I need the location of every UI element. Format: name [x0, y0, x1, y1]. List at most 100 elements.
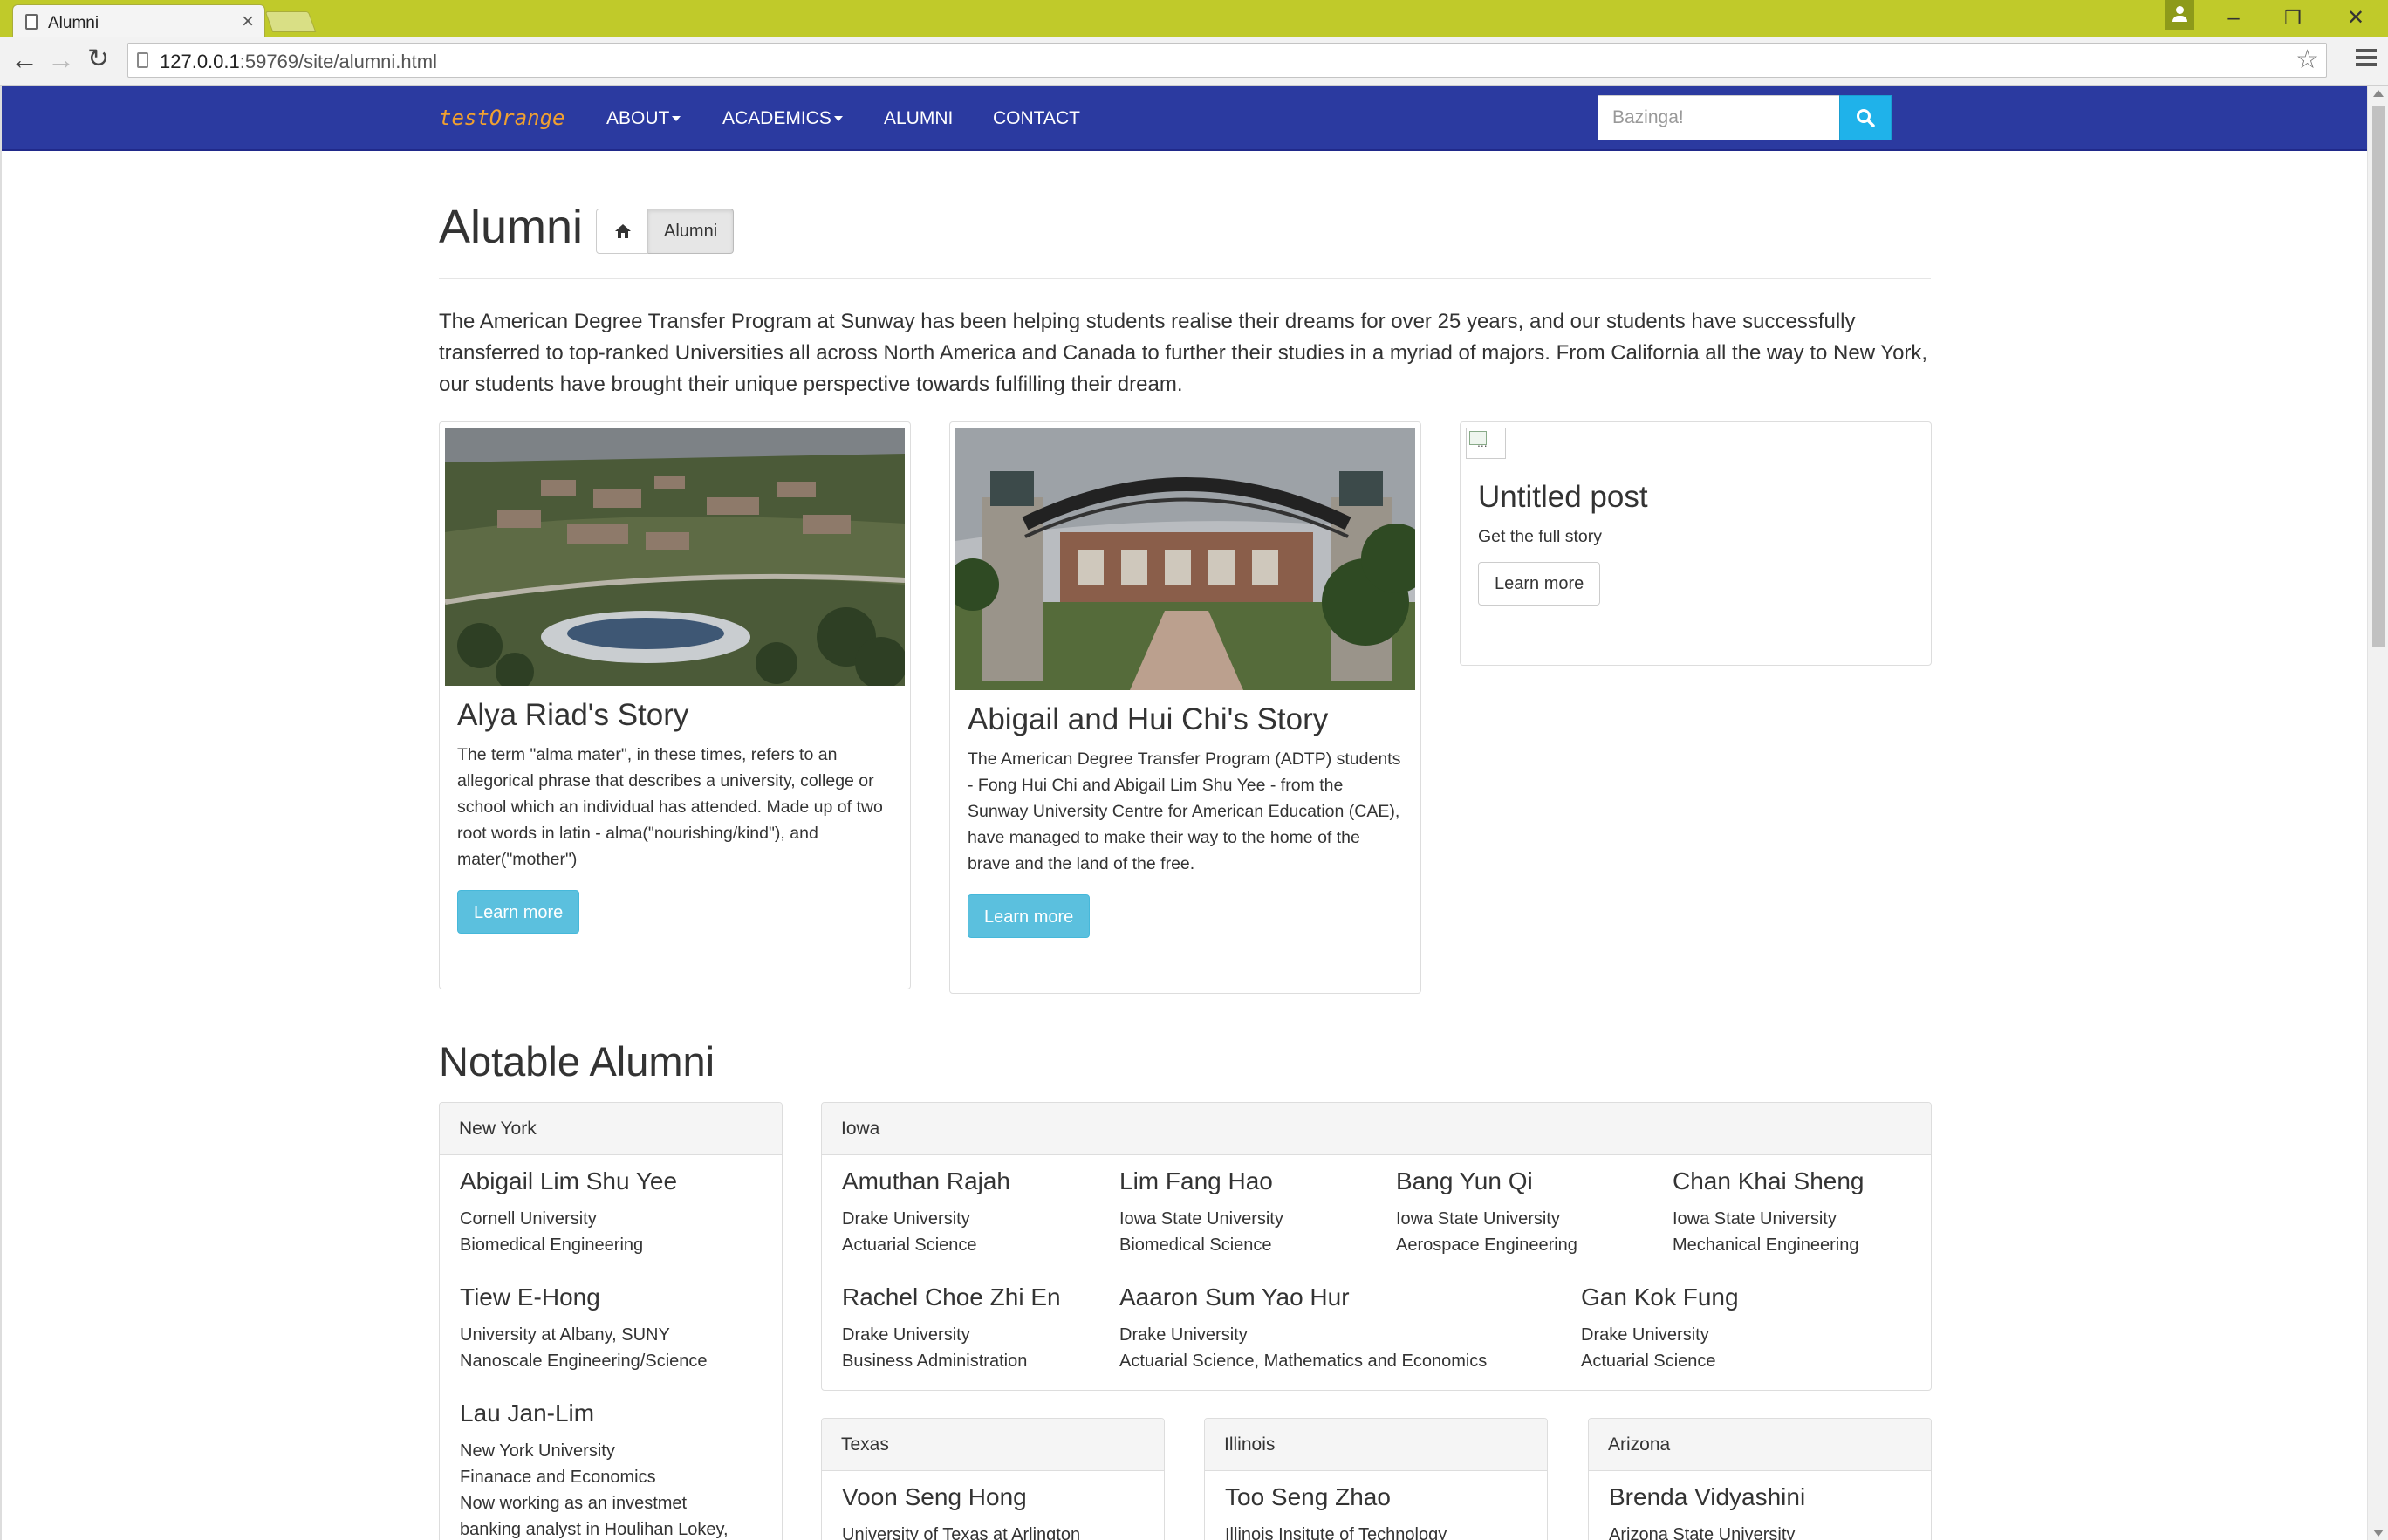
alumnus: Brenda Vidyashini Arizona State Universi…: [1609, 1483, 1805, 1540]
forward-arrow-icon[interactable]: →: [47, 44, 75, 75]
intro-paragraph: The American Degree Transfer Program at …: [439, 310, 1928, 396]
learn-more-button[interactable]: Learn more: [457, 890, 580, 934]
alumnus-major: Actuarial Science, Mathematics and Econo…: [1119, 1352, 1488, 1371]
alumnus: Aaaron Sum Yao Hur Drake University Actu…: [1119, 1283, 1487, 1374]
alumnus-school: Drake University: [842, 1325, 970, 1345]
alumnus-major: Biomedical Engineering: [460, 1235, 644, 1255]
alumnus-name: Brenda Vidyashini: [1609, 1483, 1806, 1510]
breadcrumb-alumni[interactable]: Alumni: [648, 209, 735, 254]
nav-contact[interactable]: CONTACT: [993, 108, 1080, 129]
story-card-untitled: ... Untitled post Get the full story Lea…: [1460, 421, 1932, 666]
user-profile-icon[interactable]: [2165, 0, 2194, 30]
page-title: Alumni: [439, 201, 584, 253]
url-text: 127.0.0.1:59769/site/alumni.html: [160, 51, 437, 72]
purdue-gateway-photo: [955, 428, 1415, 690]
story-body: The term "alma mater", in these times, r…: [457, 745, 883, 869]
alumnus: Tiew E-Hong University at Albany, SUNY N…: [460, 1283, 708, 1374]
panel-arizona: Arizona Brenda Vidyashini Arizona State …: [1588, 1418, 1932, 1540]
alumnus-major: Actuarial Science: [1581, 1352, 1716, 1371]
alumnus-major: Nanoscale Engineering/Science: [460, 1352, 708, 1371]
caret-down-icon: [672, 116, 681, 122]
page-scrollbar[interactable]: [2367, 86, 2388, 1540]
brand-logo[interactable]: testOrange: [439, 106, 565, 130]
breadcrumb: Alumni: [596, 209, 735, 254]
alumnus-name: Lau Jan-Lim: [460, 1400, 595, 1427]
alumnus-school: Iowa State University: [1119, 1209, 1283, 1229]
panel-heading: Arizona: [1589, 1419, 1931, 1471]
new-tab-button[interactable]: [264, 11, 317, 32]
alumnus: Chan Khai Sheng Iowa State University Me…: [1673, 1167, 1865, 1258]
nav-alumni[interactable]: ALUMNI: [884, 108, 953, 129]
header-divider: [439, 278, 1931, 279]
back-arrow-icon[interactable]: ←: [10, 44, 38, 75]
alumnus-name: Abigail Lim Shu Yee: [460, 1167, 678, 1194]
breadcrumb-home[interactable]: [596, 209, 648, 254]
alumnus-name: Voon Seng Hong: [842, 1483, 1027, 1510]
panel-heading: New York: [440, 1103, 782, 1155]
alumnus-name: Tiew E-Hong: [460, 1283, 600, 1311]
panel-heading: Iowa: [822, 1103, 1931, 1155]
reload-icon[interactable]: ↻: [87, 44, 109, 75]
alumnus-major: Aerospace Engineering: [1396, 1235, 1577, 1255]
browser-tab[interactable]: Alumni ×: [12, 4, 265, 38]
alumnus-name: Too Seng Zhao: [1225, 1483, 1391, 1510]
address-bar[interactable]: 127.0.0.1:59769/site/alumni.html ☆: [127, 43, 2327, 78]
bookmark-star-icon[interactable]: ☆: [2296, 47, 2319, 73]
alumnus: Amuthan Rajah Drake University Actuarial…: [842, 1167, 1010, 1258]
minimize-icon[interactable]: –: [2216, 5, 2251, 31]
search-icon: [1857, 109, 1875, 127]
alumnus: Abigail Lim Shu Yee Cornell University B…: [460, 1167, 677, 1258]
story-title: Untitled post: [1478, 480, 1648, 514]
alumnus-school: Iowa State University: [1396, 1209, 1560, 1229]
tab-title: Alumni: [48, 14, 99, 32]
panel-illinois: Illinois Too Seng Zhao Illinois Insitute…: [1204, 1418, 1548, 1540]
site-navbar: testOrange ABOUT ACADEMICS ALUMNI CONTAC…: [2, 86, 2367, 151]
alumnus-school: Arizona State University: [1609, 1525, 1796, 1540]
alumnus-name: Gan Kok Fung: [1581, 1283, 1739, 1311]
restore-icon[interactable]: ❐: [2275, 5, 2310, 31]
browser-toolbar: ← → ↻ 127.0.0.1:59769/site/alumni.html ☆: [0, 37, 2388, 86]
nav-academics[interactable]: ACADEMICS: [722, 108, 843, 129]
alumnus: Lim Fang Hao Iowa State University Biome…: [1119, 1167, 1283, 1258]
alumnus-major: Finanace and Economics: [460, 1468, 656, 1487]
alumnus-name: Bang Yun Qi: [1396, 1167, 1533, 1194]
alumnus-name: Rachel Choe Zhi En: [842, 1283, 1061, 1311]
scroll-up-arrow-icon[interactable]: [2373, 90, 2384, 97]
alumnus-school: University at Albany, SUNY: [460, 1325, 670, 1345]
close-window-icon[interactable]: ✕: [2338, 5, 2373, 31]
story-body: The American Degree Transfer Program (AD…: [968, 749, 1401, 873]
browser-menu-icon[interactable]: [2356, 49, 2377, 70]
close-tab-icon[interactable]: ×: [242, 11, 254, 32]
alumnus-note: banking analyst in Houlihan Lokey,: [460, 1520, 729, 1539]
alumnus-school: Drake University: [842, 1209, 970, 1229]
nav-about[interactable]: ABOUT: [606, 108, 681, 129]
alumnus-major: Biomedical Science: [1119, 1235, 1272, 1255]
story-card-alya: Alya Riad's Story The term "alma mater",…: [439, 421, 911, 989]
alumnus-school: Drake University: [1581, 1325, 1709, 1345]
panel-heading: Illinois: [1205, 1419, 1547, 1471]
browser-titlebar: Alumni × – ❐ ✕: [0, 0, 2388, 38]
learn-more-button[interactable]: Learn more: [968, 894, 1091, 938]
panel-iowa: Iowa Amuthan Rajah Drake University Actu…: [821, 1102, 1932, 1391]
story-body: Get the full story: [1478, 527, 1602, 546]
broken-image: ...: [1466, 428, 1506, 459]
home-icon: [615, 224, 631, 238]
page-viewport: testOrange ABOUT ACADEMICS ALUMNI CONTAC…: [0, 86, 2367, 1540]
story-title: Abigail and Hui Chi's Story: [968, 702, 1329, 736]
alumnus-school: Illinois Insitute of Technology: [1225, 1525, 1447, 1540]
alumnus: Rachel Choe Zhi En Drake University Busi…: [842, 1283, 1061, 1374]
campus-aerial-photo: [445, 428, 905, 686]
alumnus-major: Business Administration: [842, 1352, 1028, 1371]
alumnus-note: Now working as an investmet: [460, 1494, 688, 1513]
page-icon: [25, 14, 38, 30]
alumnus-name: Amuthan Rajah: [842, 1167, 1011, 1194]
search-button[interactable]: [1839, 95, 1892, 140]
learn-more-button[interactable]: Learn more: [1478, 562, 1601, 606]
scroll-down-arrow-icon[interactable]: [2373, 1530, 2384, 1537]
alumnus: Voon Seng Hong University of Texas at Ar…: [842, 1483, 1080, 1540]
story-title: Alya Riad's Story: [457, 698, 689, 732]
alumnus-name: Chan Khai Sheng: [1673, 1167, 1865, 1194]
scrollbar-thumb[interactable]: [2372, 106, 2385, 647]
alumnus: Bang Yun Qi Iowa State University Aerosp…: [1396, 1167, 1577, 1258]
search-input[interactable]: [1598, 95, 1840, 140]
